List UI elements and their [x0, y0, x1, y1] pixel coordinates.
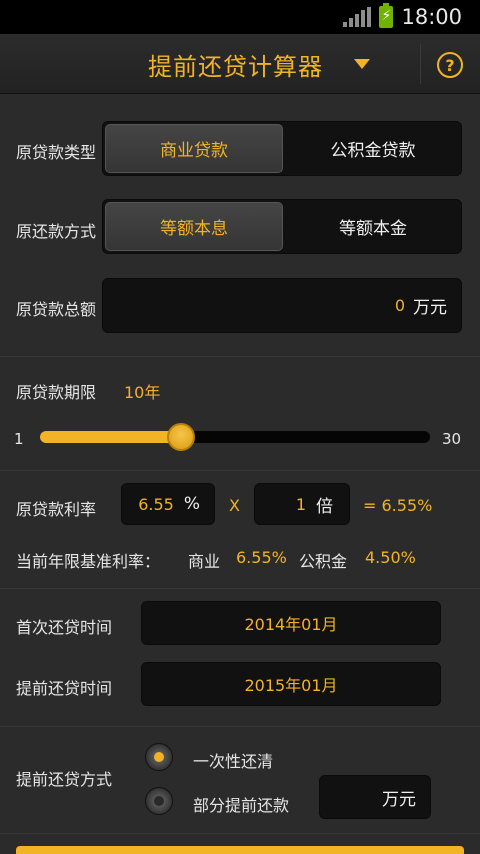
loan-type-provident-fund[interactable]: 公积金贷款: [285, 122, 461, 175]
loan-term-label: 原贷款期限: [16, 383, 97, 402]
base-rate-commercial-label: 商业: [188, 552, 221, 571]
divider: [0, 726, 480, 727]
loan-type-commercial[interactable]: 商业贷款: [105, 124, 283, 173]
rate-input[interactable]: 6.55 %: [121, 483, 215, 525]
radio-full-repay[interactable]: [145, 743, 173, 771]
early-repay-value: 2015年01月: [244, 676, 338, 695]
loan-type-label: 原贷款类型: [16, 143, 97, 162]
rate-unit: %: [183, 494, 200, 514]
loan-term-slider-fill: [40, 431, 181, 443]
loan-term-value: 10年: [124, 383, 161, 402]
rate-result: = 6.55%: [363, 496, 433, 515]
early-repay-label: 提前还贷时间: [16, 679, 113, 698]
partial-amount-input[interactable]: 万元: [319, 775, 431, 819]
divider: [0, 356, 480, 357]
radio-partial-repay[interactable]: [145, 787, 173, 815]
divider: [0, 588, 480, 589]
status-time: 18:00: [401, 5, 462, 29]
base-rate-label: 当前年限基准利率：: [16, 552, 161, 571]
loan-amount-label: 原贷款总额: [16, 300, 97, 319]
status-bar: ⚡ 18:00: [0, 0, 480, 34]
repay-method-selector: 等额本息 等额本金: [102, 199, 462, 254]
base-rate-fund-label: 公积金: [299, 552, 348, 571]
loan-amount-unit: 万元: [413, 298, 447, 318]
first-repay-date-picker[interactable]: 2014年01月: [141, 601, 441, 645]
times-symbol: X: [229, 496, 240, 515]
loan-amount-value: 0: [394, 296, 405, 315]
early-repay-date-picker[interactable]: 2015年01月: [141, 662, 441, 706]
loan-type-selector: 商业贷款 公积金贷款: [102, 121, 462, 176]
rate-value: 6.55: [138, 494, 174, 514]
partial-amount-unit: 万元: [382, 789, 416, 810]
page-title[interactable]: 提前还贷计算器: [148, 47, 323, 82]
repay-method-equal-installment[interactable]: 等额本息: [105, 202, 283, 251]
partial-repay-label[interactable]: 部分提前还款: [193, 792, 289, 816]
slider-min-label: 1: [14, 430, 24, 448]
base-rate-fund-value: 4.50%: [365, 548, 416, 567]
early-method-label: 提前还贷方式: [16, 770, 113, 789]
divider: [0, 833, 480, 834]
first-repay-value: 2014年01月: [244, 615, 338, 634]
battery-charging-icon: ⚡: [379, 3, 394, 28]
chevron-down-icon[interactable]: [354, 59, 370, 69]
full-repay-label[interactable]: 一次性还清: [193, 748, 273, 772]
loan-amount-input[interactable]: 0 万元: [102, 278, 462, 333]
base-rate-commercial-value: 6.55%: [236, 548, 287, 567]
title-bar: 提前还贷计算器 ?: [0, 34, 480, 94]
signal-icon: [343, 7, 372, 27]
rate-multiplier-input[interactable]: 1 倍: [254, 483, 350, 525]
first-repay-label: 首次还贷时间: [16, 618, 113, 637]
help-icon[interactable]: ?: [437, 52, 463, 78]
calculate-button[interactable]: [16, 846, 464, 854]
repay-method-label: 原还款方式: [16, 222, 97, 241]
slider-max-label: 30: [442, 430, 462, 448]
repay-method-equal-principal[interactable]: 等额本金: [285, 200, 461, 253]
rate-multiplier-unit: 倍: [316, 496, 333, 517]
loan-term-slider-handle[interactable]: [167, 423, 195, 451]
divider: [0, 470, 480, 471]
title-divider: [420, 44, 421, 84]
rate-label: 原贷款利率: [16, 500, 97, 519]
rate-multiplier-value: 1: [295, 494, 306, 514]
